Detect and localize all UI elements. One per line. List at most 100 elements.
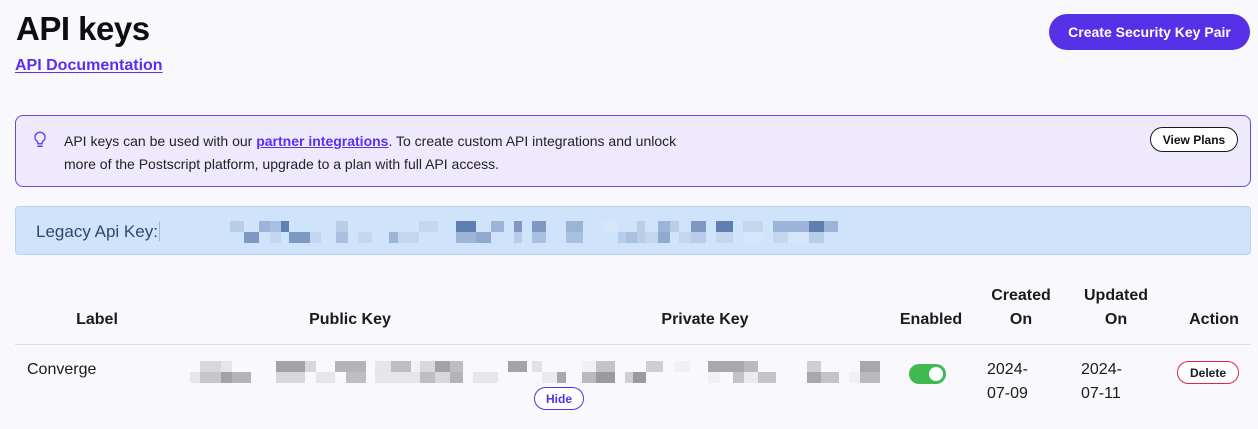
redaction-pixel xyxy=(200,361,221,383)
redaction-pixel xyxy=(733,361,744,383)
updated-on-date: 2024- 07-11 xyxy=(1081,361,1122,402)
redaction-gap xyxy=(763,221,773,243)
redaction-pixel xyxy=(375,361,391,383)
hide-private-key-button[interactable]: Hide xyxy=(534,387,584,410)
redaction-pixel xyxy=(625,361,633,383)
redaction-pixel xyxy=(582,361,596,383)
legacy-api-key-label: Legacy Api Key: xyxy=(36,222,158,241)
redaction-pixel xyxy=(824,221,838,243)
create-security-key-pair-button[interactable]: Create Security Key Pair xyxy=(1049,14,1250,50)
redaction-pixel xyxy=(720,361,733,383)
redaction-pixel xyxy=(646,361,663,383)
toggle-knob xyxy=(929,367,943,381)
redaction-pixel xyxy=(593,221,603,243)
redaction-pixel xyxy=(679,221,691,243)
redaction-pixel xyxy=(420,361,435,383)
column-header-label: Label xyxy=(76,311,118,328)
redaction-pixel xyxy=(603,221,618,243)
redaction-pixel xyxy=(776,361,789,383)
table-header-divider xyxy=(15,344,1251,345)
redaction-pixel xyxy=(849,361,860,383)
redaction-gap xyxy=(251,361,261,383)
redaction-pixel xyxy=(809,221,824,243)
redaction-pixel xyxy=(626,221,637,243)
redaction-gap xyxy=(522,221,532,243)
redaction-pixel xyxy=(190,361,200,383)
redaction-pixel xyxy=(305,361,316,383)
redaction-pixel xyxy=(411,361,420,383)
redaction-pixel xyxy=(773,221,788,243)
redaction-pixel xyxy=(514,221,522,243)
created-on-date: 2024- 07-09 xyxy=(987,361,1028,402)
redaction-pixel xyxy=(389,221,398,243)
redaction-pixel xyxy=(532,361,542,383)
redaction-pixel xyxy=(336,221,348,243)
redaction-pixel xyxy=(419,221,438,243)
redaction-pixel xyxy=(310,221,321,243)
column-header-public-key: Public Key xyxy=(309,311,391,328)
enabled-toggle[interactable] xyxy=(909,364,946,384)
redaction-pixel xyxy=(335,361,346,383)
redaction-pixel xyxy=(346,361,366,383)
partner-integrations-link[interactable]: partner integrations xyxy=(256,133,388,149)
column-header-action: Action xyxy=(1189,311,1239,328)
redaction-pixel xyxy=(690,361,699,383)
redaction-pixel xyxy=(645,221,658,243)
redaction-gap xyxy=(583,221,593,243)
public-key-value[interactable] xyxy=(190,361,527,383)
redaction-gap xyxy=(706,221,716,243)
page-title: API keys xyxy=(16,10,150,47)
redaction-pixel xyxy=(744,361,758,383)
redaction-pixel xyxy=(372,221,389,243)
redaction-pixel xyxy=(596,361,615,383)
redaction-pixel xyxy=(670,221,679,243)
redaction-pixel xyxy=(289,221,310,243)
redaction-gap xyxy=(348,221,358,243)
redaction-pixel xyxy=(321,221,336,243)
redaction-pixel xyxy=(270,221,281,243)
redaction-pixel xyxy=(456,221,476,243)
redaction-pixel xyxy=(708,361,720,383)
redaction-gap xyxy=(615,361,625,383)
lightbulb-icon xyxy=(34,131,46,148)
redaction-gap xyxy=(498,361,508,383)
redaction-pixel xyxy=(508,361,527,383)
api-documentation-link[interactable]: API Documentation xyxy=(15,57,163,75)
redaction-pixel xyxy=(618,221,626,243)
redaction-gap xyxy=(504,221,514,243)
legacy-api-key-bar: Legacy Api Key: xyxy=(15,206,1251,255)
redaction-pixel xyxy=(557,361,566,383)
redaction-pixel xyxy=(789,361,807,383)
redaction-pixel xyxy=(566,361,582,383)
redaction-gap xyxy=(839,361,849,383)
redaction-pixel xyxy=(758,361,776,383)
redaction-pixel xyxy=(358,221,372,243)
redaction-pixel xyxy=(244,221,259,243)
redaction-gap xyxy=(733,221,743,243)
redaction-pixel xyxy=(476,221,491,243)
redaction-pixel xyxy=(566,221,583,243)
redaction-pixel xyxy=(398,221,419,243)
text-cursor xyxy=(159,221,160,241)
redaction-pixel xyxy=(663,361,675,383)
row-label: Converge xyxy=(27,361,97,378)
redaction-pixel xyxy=(232,361,251,383)
redaction-pixel xyxy=(316,361,335,383)
redaction-pixel xyxy=(391,361,411,383)
private-key-value[interactable] xyxy=(532,361,880,383)
redaction-pixel xyxy=(450,361,463,383)
redaction-pixel xyxy=(261,361,276,383)
delete-key-button[interactable]: Delete xyxy=(1177,361,1239,384)
column-header-private-key: Private Key xyxy=(661,311,749,328)
redaction-pixel xyxy=(716,221,733,243)
redaction-pixel xyxy=(546,221,566,243)
redaction-pixel xyxy=(699,361,708,383)
view-plans-button[interactable]: View Plans xyxy=(1150,127,1238,152)
legacy-api-key-value[interactable] xyxy=(230,221,838,243)
redaction-pixel xyxy=(366,361,375,383)
redaction-pixel xyxy=(473,361,487,383)
redaction-pixel xyxy=(542,361,557,383)
redaction-pixel xyxy=(276,361,287,383)
redaction-pixel xyxy=(860,361,880,383)
redaction-pixel xyxy=(821,361,839,383)
